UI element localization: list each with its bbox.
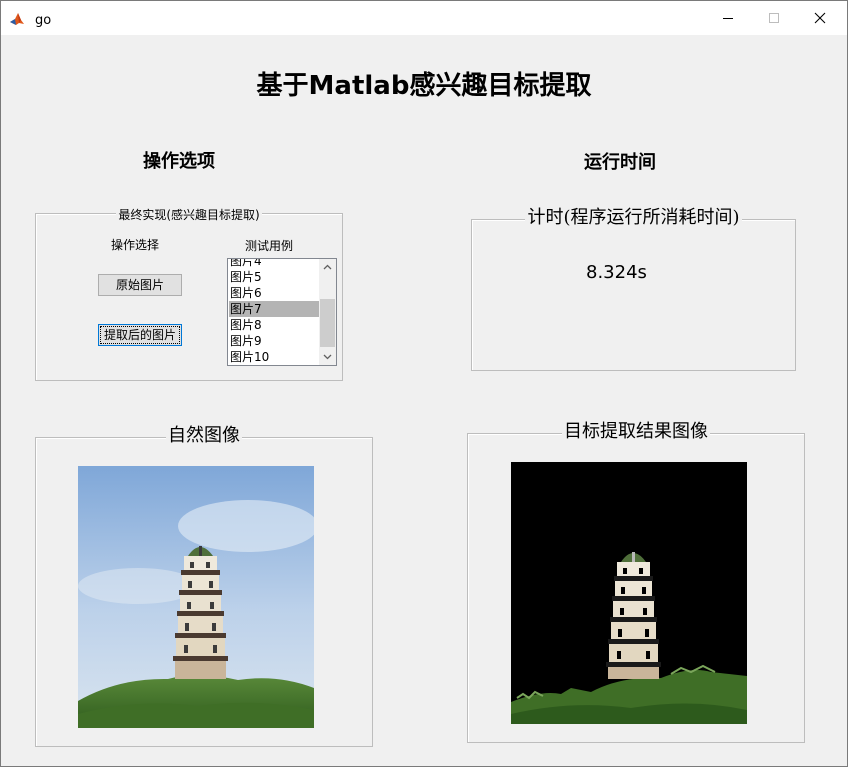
final-panel-title: 最终实现(感兴趣目标提取) xyxy=(116,208,262,222)
listbox-scrollbar[interactable] xyxy=(319,259,336,365)
final-implementation-panel: 最终实现(感兴趣目标提取) 操作选择 测试用例 原始图片 提取后的图片 图片4 图… xyxy=(35,208,343,381)
list-item[interactable]: 图片8 xyxy=(229,317,320,333)
figure-content: 基于Matlab感兴趣目标提取 操作选项 运行时间 最终实现(感兴趣目标提取) … xyxy=(7,35,841,760)
test-case-listbox[interactable]: 图片4 图片5 图片6 图片7 图片8 图片9 图片10 xyxy=(227,258,337,366)
extracted-result-image xyxy=(511,462,747,724)
close-icon xyxy=(814,12,826,24)
elapsed-time-value: 8.324s xyxy=(586,262,647,283)
minimize-button[interactable] xyxy=(705,1,751,35)
scroll-down-button[interactable] xyxy=(319,349,336,365)
app-window: go 基于Matlab感兴趣目标提取 操作选项 运行时间 最终实现(感兴趣目标提… xyxy=(0,0,848,767)
timer-panel: 计时(程序运行所消耗时间) 8.324s xyxy=(471,207,796,371)
title-bar[interactable]: go xyxy=(1,1,847,35)
chevron-up-icon xyxy=(323,264,332,270)
main-title: 基于Matlab感兴趣目标提取 xyxy=(256,71,592,101)
maximize-icon xyxy=(769,13,779,23)
list-item[interactable]: 图片6 xyxy=(229,285,320,301)
timer-panel-title: 计时(程序运行所消耗时间) xyxy=(525,207,742,228)
window-title: go xyxy=(35,13,52,28)
scroll-thumb[interactable] xyxy=(320,299,335,347)
op-select-label: 操作选择 xyxy=(111,238,160,252)
list-item[interactable]: 图片9 xyxy=(229,333,320,349)
scroll-up-button[interactable] xyxy=(319,259,336,275)
test-cases-label: 测试用例 xyxy=(245,239,294,253)
result-image-title: 目标提取结果图像 xyxy=(562,421,710,442)
result-image-panel: 目标提取结果图像 xyxy=(467,421,805,743)
maximize-button[interactable] xyxy=(751,1,797,35)
close-button[interactable] xyxy=(797,1,843,35)
ops-section-label: 操作选项 xyxy=(143,151,215,172)
minimize-icon xyxy=(723,18,733,19)
natural-image xyxy=(78,466,314,728)
matlab-icon xyxy=(9,11,25,27)
list-item[interactable]: 图片10 xyxy=(229,349,320,365)
original-image-button[interactable]: 原始图片 xyxy=(98,274,182,296)
list-item[interactable]: 图片5 xyxy=(229,269,320,285)
natural-image-title: 自然图像 xyxy=(166,425,242,446)
runtime-section-label: 运行时间 xyxy=(584,152,656,173)
chevron-down-icon xyxy=(323,354,332,360)
test-case-list: 图片4 图片5 图片6 图片7 图片8 图片9 图片10 xyxy=(229,259,320,365)
natural-image-panel: 自然图像 xyxy=(35,425,373,747)
list-item[interactable]: 图片7 xyxy=(229,301,320,317)
list-item[interactable]: 图片4 xyxy=(229,259,320,269)
extracted-image-button[interactable]: 提取后的图片 xyxy=(98,324,182,346)
